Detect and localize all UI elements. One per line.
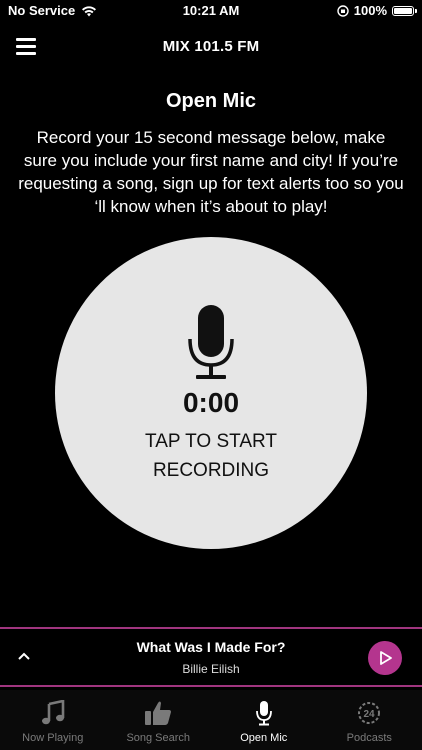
- status-right: 100%: [337, 3, 417, 18]
- microphone-icon: [188, 305, 234, 379]
- thumbs-up-icon: [145, 701, 172, 725]
- status-bar: No Service 10:21 AM 100%: [0, 0, 422, 22]
- tab-open-mic[interactable]: Open Mic: [211, 690, 317, 750]
- tab-label: Open Mic: [240, 732, 288, 744]
- tab-podcasts[interactable]: 24 Podcasts: [317, 690, 422, 750]
- podcast-24-icon: 24: [358, 702, 381, 724]
- station-title: MIX 101.5 FM: [162, 38, 260, 55]
- tap-to-record-label: TAP TO START RECORDING: [145, 431, 277, 481]
- tab-bar: Now Playing Song Search Open Mic 24 Podc…: [0, 690, 422, 750]
- instructions-text: Record your 15 second message below, mak…: [18, 128, 404, 216]
- nav-bar: MIX 101.5 FM: [0, 28, 422, 68]
- tab-song-search[interactable]: Song Search: [106, 690, 212, 750]
- now-playing-bar[interactable]: What Was I Made For? Billie Eilish: [0, 627, 422, 687]
- microphone-icon: [255, 701, 272, 726]
- music-note-icon: [41, 700, 65, 725]
- battery-percent: 100%: [353, 3, 387, 18]
- now-playing-title: What Was I Made For?: [136, 639, 286, 655]
- tab-label: Podcasts: [346, 732, 392, 744]
- tab-now-playing[interactable]: Now Playing: [0, 690, 106, 750]
- recording-timer: 0:00: [182, 387, 240, 418]
- record-button[interactable]: 0:00 TAP TO START RECORDING: [55, 237, 367, 549]
- orientation-lock-icon: [337, 4, 349, 17]
- play-icon: [380, 651, 392, 665]
- now-playing-artist: Billie Eilish: [182, 662, 240, 676]
- tab-label: Now Playing: [22, 732, 84, 744]
- svg-text:24: 24: [364, 709, 376, 720]
- battery-icon: [392, 5, 417, 16]
- play-button[interactable]: [368, 641, 402, 675]
- tab-label: Song Search: [126, 732, 191, 744]
- page-title: Open Mic: [165, 90, 256, 112]
